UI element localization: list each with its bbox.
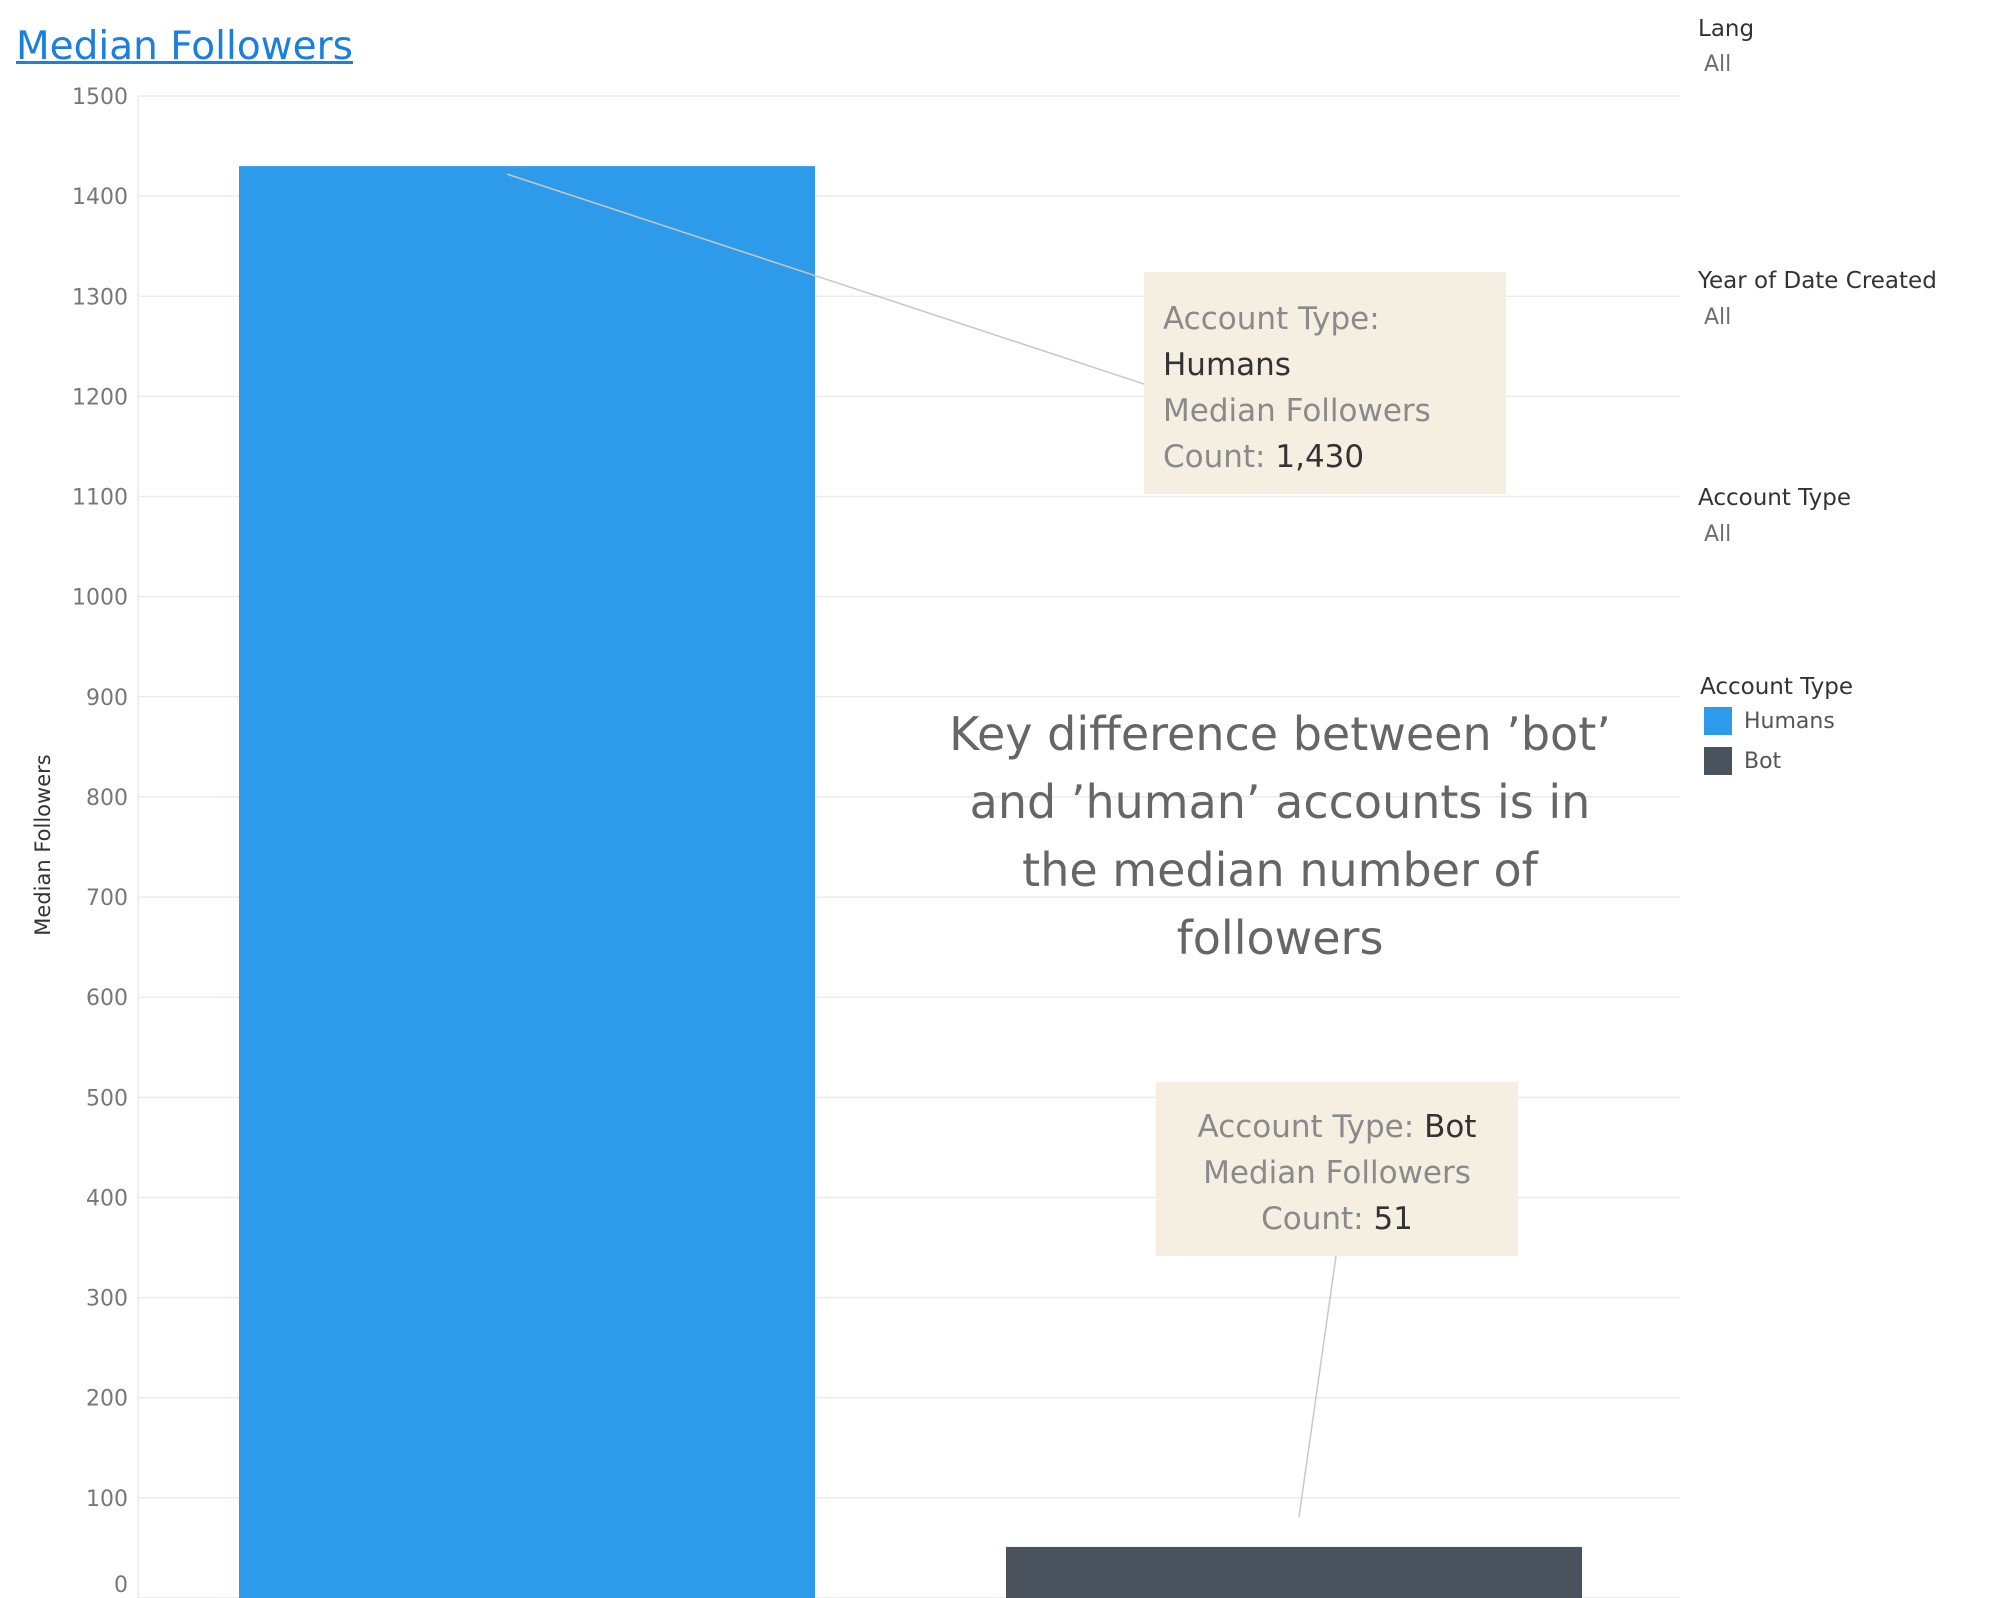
filter-year-value[interactable]: All	[1704, 305, 1731, 330]
y-tick-label-600: 600	[86, 986, 128, 1011]
y-tick-label-800: 800	[86, 786, 128, 811]
y-tick-label-900: 900	[86, 686, 128, 711]
legend-label-humans: Humans	[1744, 708, 1835, 734]
filter-lang-label: Lang	[1698, 16, 1755, 42]
bot-callout-count-value: 51	[1373, 1201, 1413, 1237]
y-tick-label-0: 0	[114, 1573, 128, 1598]
bot-callout-type-row: Account Type: Bot	[1156, 1104, 1518, 1150]
legend-label-bot: Bot	[1744, 748, 1782, 774]
bot-callout: Account Type: Bot Median Followers Count…	[1156, 1082, 1518, 1256]
page-title-link[interactable]: Median Followers	[16, 24, 353, 69]
legend-swatch-bot	[1704, 747, 1732, 775]
humans-callout-count-value: 1,430	[1275, 439, 1365, 475]
y-axis-ticks: 0 100 200 300 400 500 600 700 800 900 1000 1100 1200…	[72, 85, 128, 1598]
y-tick-label-1400: 1400	[72, 185, 128, 210]
y-tick-label-1100: 1100	[72, 486, 128, 511]
humans-callout-count-label: Count:	[1163, 439, 1266, 475]
legend-item-humans[interactable]: Humans	[1704, 706, 1835, 736]
y-tick-label-300: 300	[86, 1287, 128, 1312]
bot-callout-count-label: Count:	[1261, 1201, 1364, 1237]
y-tick-label-400: 400	[86, 1186, 128, 1211]
y-tick-label-1000: 1000	[72, 586, 128, 611]
humans-callout: Account Type: Humans Median Followers Co…	[1144, 272, 1506, 494]
bar-humans[interactable]	[239, 166, 815, 1598]
humans-callout-count-row: Count: 1,430	[1163, 434, 1506, 480]
bot-callout-type-value: Bot	[1424, 1109, 1477, 1145]
filter-year-label: Year of Date Created	[1698, 268, 1937, 294]
legend-title: Account Type	[1700, 674, 1854, 700]
humans-callout-type-label: Account Type:	[1163, 301, 1380, 337]
y-tick-label-700: 700	[86, 886, 128, 911]
y-tick-label-1300: 1300	[72, 285, 128, 310]
y-tick-label-200: 200	[86, 1387, 128, 1412]
legend-swatch-humans	[1704, 707, 1732, 735]
bar-bot[interactable]	[1006, 1546, 1582, 1598]
bot-leader-line	[1298, 1255, 1337, 1518]
y-tick-label-1500: 1500	[72, 85, 128, 110]
legend-item-bot[interactable]: Bot	[1704, 746, 1781, 776]
key-difference-annotation: Key difference between ’bot’ and ’human’…	[949, 707, 1611, 965]
bot-callout-type-label: Account Type:	[1197, 1109, 1415, 1145]
humans-callout-type-value: Humans	[1163, 347, 1291, 383]
filter-account-type-value[interactable]: All	[1704, 522, 1731, 547]
bot-callout-count-row: Count: 51	[1156, 1196, 1518, 1242]
filter-lang-value[interactable]: All	[1704, 52, 1731, 77]
bot-callout-measure: Median Followers	[1203, 1155, 1471, 1191]
y-axis-label: Median Followers	[31, 754, 55, 935]
y-tick-label-100: 100	[86, 1487, 128, 1512]
humans-callout-measure: Median Followers	[1163, 393, 1431, 429]
y-tick-label-1200: 1200	[72, 385, 128, 410]
filter-account-type-label: Account Type	[1698, 485, 1852, 511]
y-tick-label-500: 500	[86, 1086, 128, 1111]
